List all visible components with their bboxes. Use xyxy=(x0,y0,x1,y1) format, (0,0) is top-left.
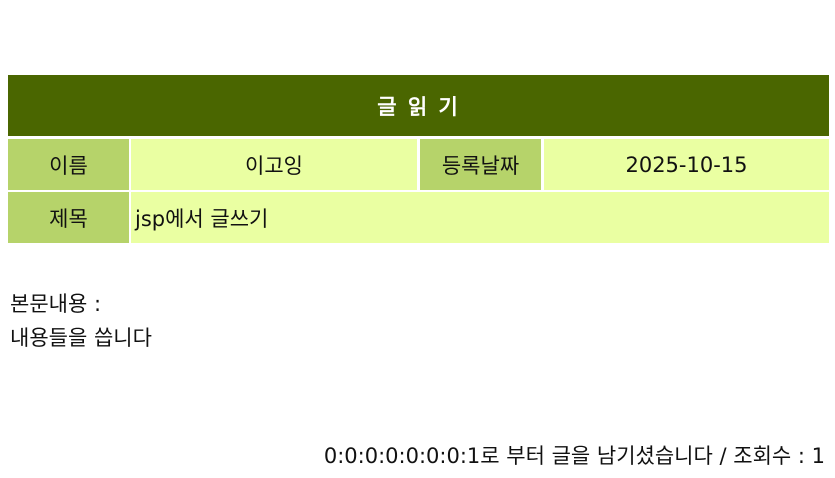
content-body: 내용들을 씁니다 xyxy=(10,326,152,350)
author-name: 이고잉 xyxy=(131,139,417,190)
post-subject: jsp에서 글쓰기 xyxy=(131,192,829,243)
meta-row: 이름 이고잉 등록날짜 2025-10-15 xyxy=(8,139,829,190)
subject-label: 제목 xyxy=(8,192,129,243)
subject-row: 제목 jsp에서 글쓰기 xyxy=(8,192,829,243)
read-post-table: 글 읽 기 이름 이고잉 등록날짜 2025-10-15 제목 jsp에서 글쓰… xyxy=(8,75,829,243)
page-title: 글 읽 기 xyxy=(8,75,829,136)
post-footer-info: 0:0:0:0:0:0:0:1로 부터 글을 남기셨습니다 / 조회수 : 1 xyxy=(323,444,825,468)
content-label: 본문내용 : xyxy=(10,292,102,316)
name-label: 이름 xyxy=(8,139,129,190)
date-label: 등록날짜 xyxy=(420,139,541,190)
post-content: 본문내용 : 내용들을 씁니다 xyxy=(10,287,152,355)
post-date: 2025-10-15 xyxy=(544,139,829,190)
